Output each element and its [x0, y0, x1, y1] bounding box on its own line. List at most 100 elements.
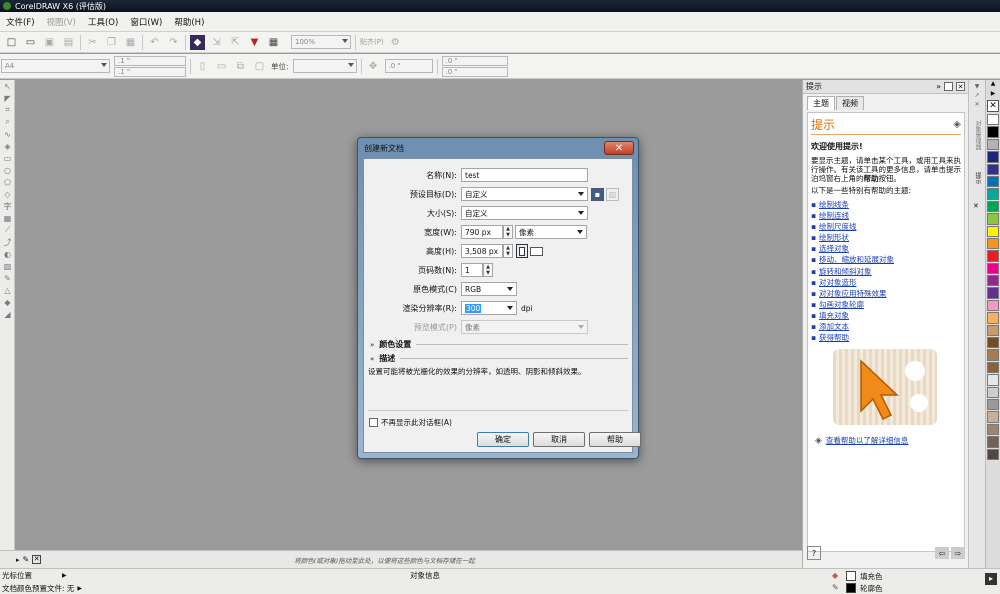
color-swatch[interactable] [987, 349, 999, 361]
menu-window[interactable]: 窗口(W) [124, 16, 168, 28]
zoom-tool-icon[interactable]: ⌕ [0, 116, 15, 128]
application-launcher-icon[interactable]: ▦ [266, 35, 281, 50]
palette-options-icon[interactable]: ▶ [986, 90, 1000, 100]
more-help-link[interactable]: 查看帮助以了解详细信息 [826, 435, 909, 446]
width-spinner[interactable]: ▲ ▼ [503, 225, 513, 239]
interactive-fill-icon[interactable]: ◢ [0, 308, 15, 320]
topic-link[interactable]: 绘制连线 [811, 210, 961, 221]
color-swatch[interactable] [987, 262, 999, 275]
topic-link[interactable]: 旋转和倾斜对象 [811, 266, 961, 277]
menu-help[interactable]: 帮助(H) [168, 16, 210, 28]
color-swatch[interactable] [987, 237, 999, 250]
hints-help-icon[interactable]: ◈ [953, 119, 961, 130]
topic-link[interactable]: 绘制线条 [811, 199, 961, 210]
close-docker-icon[interactable]: ✕ [956, 82, 965, 91]
color-swatch[interactable] [987, 361, 999, 374]
smart-fill-icon[interactable]: ◈ [0, 140, 15, 152]
topic-link[interactable]: 获得帮助 [811, 332, 961, 343]
pages-input[interactable]: 1 [461, 263, 483, 277]
side-tab-hints[interactable]: 提示 [973, 172, 982, 198]
hints-footer-icon[interactable]: ? [807, 546, 821, 560]
color-swatch[interactable] [987, 250, 999, 262]
height-input[interactable]: 3,508 px [461, 244, 503, 258]
menu-file[interactable]: 文件(F) [0, 16, 41, 28]
shape-tool-icon[interactable]: ◤ [0, 92, 15, 104]
tab-topics[interactable]: 主题 [807, 96, 835, 110]
portrait-orientation-button[interactable] [516, 244, 528, 258]
units-select[interactable]: 像素 [515, 225, 587, 239]
size-select[interactable]: 自定义 [461, 206, 588, 220]
color-swatch[interactable] [987, 448, 999, 460]
pick-tool-icon[interactable]: ↖ [0, 80, 15, 92]
dont-show-checkbox[interactable] [369, 418, 378, 427]
rectangle-tool-icon[interactable]: ▭ [0, 152, 15, 164]
color-mode-select[interactable]: RGB [461, 282, 517, 296]
node-icon[interactable]: ✕ [974, 101, 979, 108]
table-tool-icon[interactable]: ▦ [0, 212, 15, 224]
basic-shapes-icon[interactable]: ◇ [0, 188, 15, 200]
ok-button[interactable]: 确定 [477, 432, 529, 447]
name-input[interactable]: test [461, 168, 588, 182]
color-swatch[interactable] [987, 163, 999, 175]
side-tab-object-manager[interactable]: 对象管理器 [973, 120, 982, 166]
color-swatch[interactable] [987, 114, 999, 126]
topic-link[interactable]: 对对象造形 [811, 277, 961, 288]
dimension-tool-icon[interactable]: ⟋ [0, 224, 15, 236]
text-tool-icon[interactable]: 字 [0, 200, 15, 212]
topic-link[interactable]: 绘制尺度线 [811, 221, 961, 232]
connector-tool-icon[interactable]: ⤴ [0, 236, 15, 248]
open-icon[interactable]: ▭ [23, 35, 38, 50]
collapse-docker-icon[interactable]: » [936, 82, 941, 91]
no-color-swatch[interactable]: ✕ [987, 100, 999, 112]
color-swatch[interactable] [987, 337, 999, 349]
new-document-icon[interactable]: □ [4, 35, 19, 50]
polygon-tool-icon[interactable]: ⬠ [0, 176, 15, 188]
fill-tool-icon[interactable]: ◆ [0, 296, 15, 308]
color-swatch[interactable] [987, 188, 999, 200]
eyedropper-icon[interactable]: ✎ [23, 555, 30, 564]
color-swatch[interactable] [987, 213, 999, 225]
color-swatch[interactable] [987, 312, 999, 324]
color-swatch[interactable] [987, 175, 999, 188]
color-swatch[interactable] [987, 151, 999, 163]
arrow-icon[interactable]: ↗ [974, 92, 979, 99]
freehand-tool-icon[interactable]: ∿ [0, 128, 15, 140]
color-swatch[interactable] [987, 275, 999, 287]
forward-arrow-icon[interactable]: ⇨ [951, 547, 965, 559]
color-swatch[interactable] [987, 386, 999, 398]
cancel-button[interactable]: 取消 [533, 432, 585, 447]
no-color-box-icon[interactable]: ✕ [32, 555, 42, 564]
save-preset-button[interactable]: ▪ [591, 187, 604, 201]
pin-icon[interactable]: ▼ [975, 83, 980, 90]
minimize-docker-icon[interactable] [944, 82, 953, 91]
blend-tool-icon[interactable]: ◐ [0, 248, 15, 260]
palette-nav-icon[interactable]: ▸ [16, 556, 20, 564]
topic-link[interactable]: 勾画对象轮廓 [811, 299, 961, 310]
topic-link[interactable]: 对对象应用特殊效果 [811, 288, 961, 299]
dialog-close-button[interactable]: ✕ [604, 141, 634, 155]
resolution-select[interactable]: 300 [461, 301, 517, 315]
fill-color-swatch[interactable] [846, 571, 856, 581]
search-content-icon[interactable]: ◆ [190, 34, 205, 50]
color-swatch[interactable] [987, 200, 999, 213]
topic-link[interactable]: 填充对象 [811, 310, 961, 321]
height-spinner[interactable]: ▲ ▼ [503, 244, 513, 258]
palette-menu-icon[interactable]: ▸ [985, 573, 997, 585]
description-section[interactable]: « 描述 [370, 353, 628, 364]
eyedropper-tool-icon[interactable]: ✎ [0, 272, 15, 284]
color-swatch[interactable] [987, 287, 999, 299]
color-swatch[interactable] [987, 411, 999, 423]
preset-select[interactable]: 自定义 [461, 187, 588, 201]
document-color-profile[interactable]: 文档颜色预置文件: 无 [2, 583, 74, 594]
color-swatch[interactable] [987, 324, 999, 337]
landscape-orientation-button[interactable] [530, 246, 543, 256]
menu-tools[interactable]: 工具(O) [82, 16, 124, 28]
back-arrow-icon[interactable]: ⇦ [935, 547, 949, 559]
color-settings-section[interactable]: » 颜色设置 [370, 339, 628, 350]
palette-scroll-up-icon[interactable]: ▲ [986, 80, 1000, 90]
color-swatch[interactable] [987, 436, 999, 448]
outline-tool-icon[interactable]: △ [0, 284, 15, 296]
color-profile-arrow-icon[interactable]: ▶ [77, 585, 82, 592]
pages-spinner[interactable]: ▲ ▼ [483, 263, 493, 277]
color-swatch[interactable] [987, 423, 999, 436]
